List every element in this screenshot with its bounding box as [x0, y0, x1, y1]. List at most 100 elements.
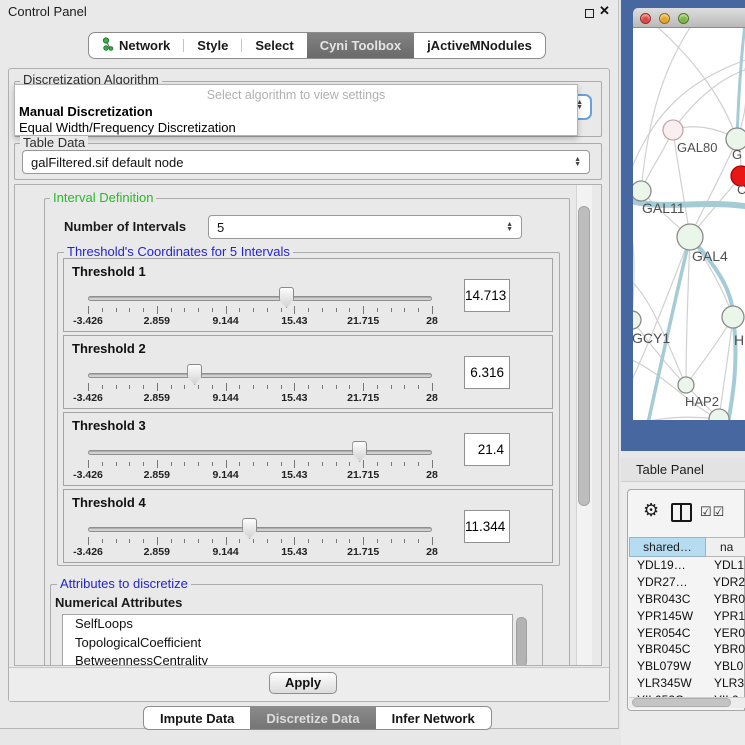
list-scrollbar-thumb[interactable]: [516, 617, 527, 665]
threshold-4-panel: Threshold 4 -3.4262.8599.14415.4321.7152…: [63, 489, 553, 563]
network-node-label: GAL80: [677, 140, 717, 155]
tab-jactivemnodules[interactable]: jActiveMNodules: [414, 33, 545, 58]
num-intervals-label: Number of Intervals: [64, 219, 186, 234]
mac-close-button[interactable]: [640, 13, 651, 24]
network-node-green[interactable]: [709, 409, 729, 420]
slider-tick-labels: -3.4262.8599.14415.4321.71528: [88, 469, 432, 483]
network-edge[interactable]: [633, 213, 634, 320]
algorithm-placeholder: Select algorithm to view settings: [15, 88, 577, 102]
network-edge-highlighted[interactable]: [737, 28, 745, 139]
tab-infer-network[interactable]: Infer Network: [376, 707, 491, 729]
list-item[interactable]: BetweennessCentrality: [63, 652, 512, 665]
network-node-green[interactable]: [722, 306, 744, 328]
mac-minimize-button[interactable]: [659, 13, 670, 24]
slider-tick-labels: -3.4262.8599.14415.4321.71528: [88, 392, 432, 406]
network-edge[interactable]: [633, 358, 719, 419]
slider-thumb[interactable]: [187, 364, 202, 385]
network-edge[interactable]: [686, 317, 733, 385]
close-icon[interactable]: ✕: [599, 3, 610, 19]
network-node-label: GCY1: [633, 330, 670, 346]
screenshot-stage: Control Panel ✕ Network Style Select: [0, 0, 745, 745]
list-item[interactable]: TopologicalCoefficient: [63, 634, 512, 653]
network-node-green[interactable]: [633, 311, 641, 329]
network-graph: GAL80GAL11GAL4GCY1HAP2GCH: [633, 28, 745, 420]
network-edge[interactable]: [686, 237, 690, 385]
stepper-arrows-icon: ▲▼: [506, 222, 513, 232]
apply-button[interactable]: Apply: [269, 672, 337, 694]
threshold-1-value-field[interactable]: 14.713: [464, 279, 510, 312]
slider-ticks: [88, 383, 432, 392]
slider-track: [88, 373, 432, 378]
table-row[interactable]: YBR043CYBR0: [629, 591, 745, 608]
table-data-legend: Table Data: [20, 136, 88, 149]
network-node-label: C: [737, 182, 745, 197]
checkboxes-icon[interactable]: ☑☑: [700, 504, 725, 520]
bottom-tabbar: Impute Data Discretize Data Infer Networ…: [143, 706, 492, 730]
slider-thumb[interactable]: [242, 518, 257, 539]
threshold-1-slider[interactable]: -3.4262.8599.14415.4321.71528: [88, 259, 432, 331]
interval-definition-legend: Interval Definition: [50, 191, 156, 204]
table-row[interactable]: YPR145WYPR1: [629, 608, 745, 625]
threshold-3-panel: Threshold 3 -3.4262.8599.14415.4321.7152…: [63, 412, 553, 486]
column-header-name[interactable]: na: [706, 537, 745, 557]
network-edge[interactable]: [673, 68, 745, 130]
network-node-green[interactable]: [633, 181, 651, 201]
network-window-titlebar[interactable]: [633, 8, 745, 28]
numerical-attributes-list[interactable]: SelfLoops TopologicalCoefficient Between…: [62, 614, 513, 665]
columns-icon[interactable]: [671, 503, 692, 522]
network-node-green[interactable]: [677, 224, 703, 250]
table-data-combobox[interactable]: galFiltered.sif default node ▲▼: [22, 150, 590, 174]
tab-impute-data[interactable]: Impute Data: [144, 707, 250, 729]
slider-track: [88, 450, 432, 455]
slider-tick-labels: -3.4262.8599.14415.4321.71528: [88, 315, 432, 329]
threshold-2-panel: Threshold 2 -3.4262.8599.14415.4321.7152…: [63, 335, 553, 409]
horizontal-scrollbar-thumb[interactable]: [632, 698, 731, 707]
control-panel-tabbar: Network Style Select Cyni Toolbox jActiv…: [88, 32, 546, 59]
table-row[interactable]: YER054CYER0: [629, 625, 745, 642]
algorithm-dropdown-popup: Select algorithm to view settings Manual…: [14, 84, 578, 136]
settings-clip-area: Interval Definition Number of Intervals …: [15, 185, 575, 665]
mac-zoom-button[interactable]: [678, 13, 689, 24]
slider-thumb[interactable]: [279, 287, 294, 308]
network-node-label: GAL4: [692, 248, 728, 264]
network-edge[interactable]: [633, 417, 719, 420]
slider-ticks: [88, 460, 432, 469]
network-view[interactable]: GAL80GAL11GAL4GCY1HAP2GCH: [633, 28, 745, 420]
tab-network[interactable]: Network: [89, 33, 183, 58]
threshold-1-panel: Threshold 1 -3.4262.8599.14415.4321.7152…: [63, 258, 553, 332]
float-window-icon[interactable]: [585, 9, 594, 18]
network-tree-icon: [102, 37, 114, 55]
threshold-3-slider[interactable]: -3.4262.8599.14415.4321.71528: [88, 413, 432, 485]
slider-ticks: [88, 306, 432, 315]
table-row[interactable]: YDL19…YDL1: [629, 557, 745, 574]
table-panel-title: Table Panel: [636, 462, 704, 477]
threshold-2-slider[interactable]: -3.4262.8599.14415.4321.71528: [88, 336, 432, 408]
network-node-green[interactable]: [678, 377, 694, 393]
num-intervals-combobox[interactable]: 5 ▲▼: [208, 215, 522, 239]
table-row[interactable]: YBR045CYBR0: [629, 641, 745, 658]
table-row[interactable]: YBL079WYBL0: [629, 658, 745, 675]
tab-network-label: Network: [119, 38, 170, 53]
tab-cyni-toolbox[interactable]: Cyni Toolbox: [307, 33, 414, 58]
threshold-2-value-field[interactable]: 6.316: [464, 356, 510, 389]
tab-style[interactable]: Style: [184, 33, 241, 58]
tab-select[interactable]: Select: [242, 33, 306, 58]
algorithm-option-manual[interactable]: Manual Discretization: [19, 104, 153, 119]
vertical-scrollbar-thumb[interactable]: [578, 206, 590, 506]
threshold-3-value-field[interactable]: 21.4: [464, 433, 510, 466]
column-header-shared-name[interactable]: shared…: [629, 537, 706, 557]
network-node-label: G: [732, 147, 742, 162]
slider-thumb[interactable]: [352, 441, 367, 462]
algorithm-option-equal-width[interactable]: Equal Width/Frequency Discretization: [19, 120, 236, 135]
slider-tick-labels: -3.4262.8599.14415.4321.71528: [88, 546, 432, 560]
list-item[interactable]: SelfLoops: [63, 615, 512, 634]
gear-icon[interactable]: ⚙: [643, 501, 659, 519]
table-row[interactable]: YDR27…YDR2: [629, 574, 745, 591]
tab-discretize-data[interactable]: Discretize Data: [250, 707, 375, 729]
table-row[interactable]: YLR345WYLR3: [629, 675, 745, 692]
attributes-legend: Attributes to discretize: [57, 577, 191, 590]
network-edge-highlighted[interactable]: [690, 237, 736, 420]
threshold-4-slider[interactable]: -3.4262.8599.14415.4321.71528: [88, 490, 432, 562]
network-node-pink[interactable]: [663, 120, 683, 140]
threshold-4-value-field[interactable]: 11.344: [464, 510, 510, 543]
